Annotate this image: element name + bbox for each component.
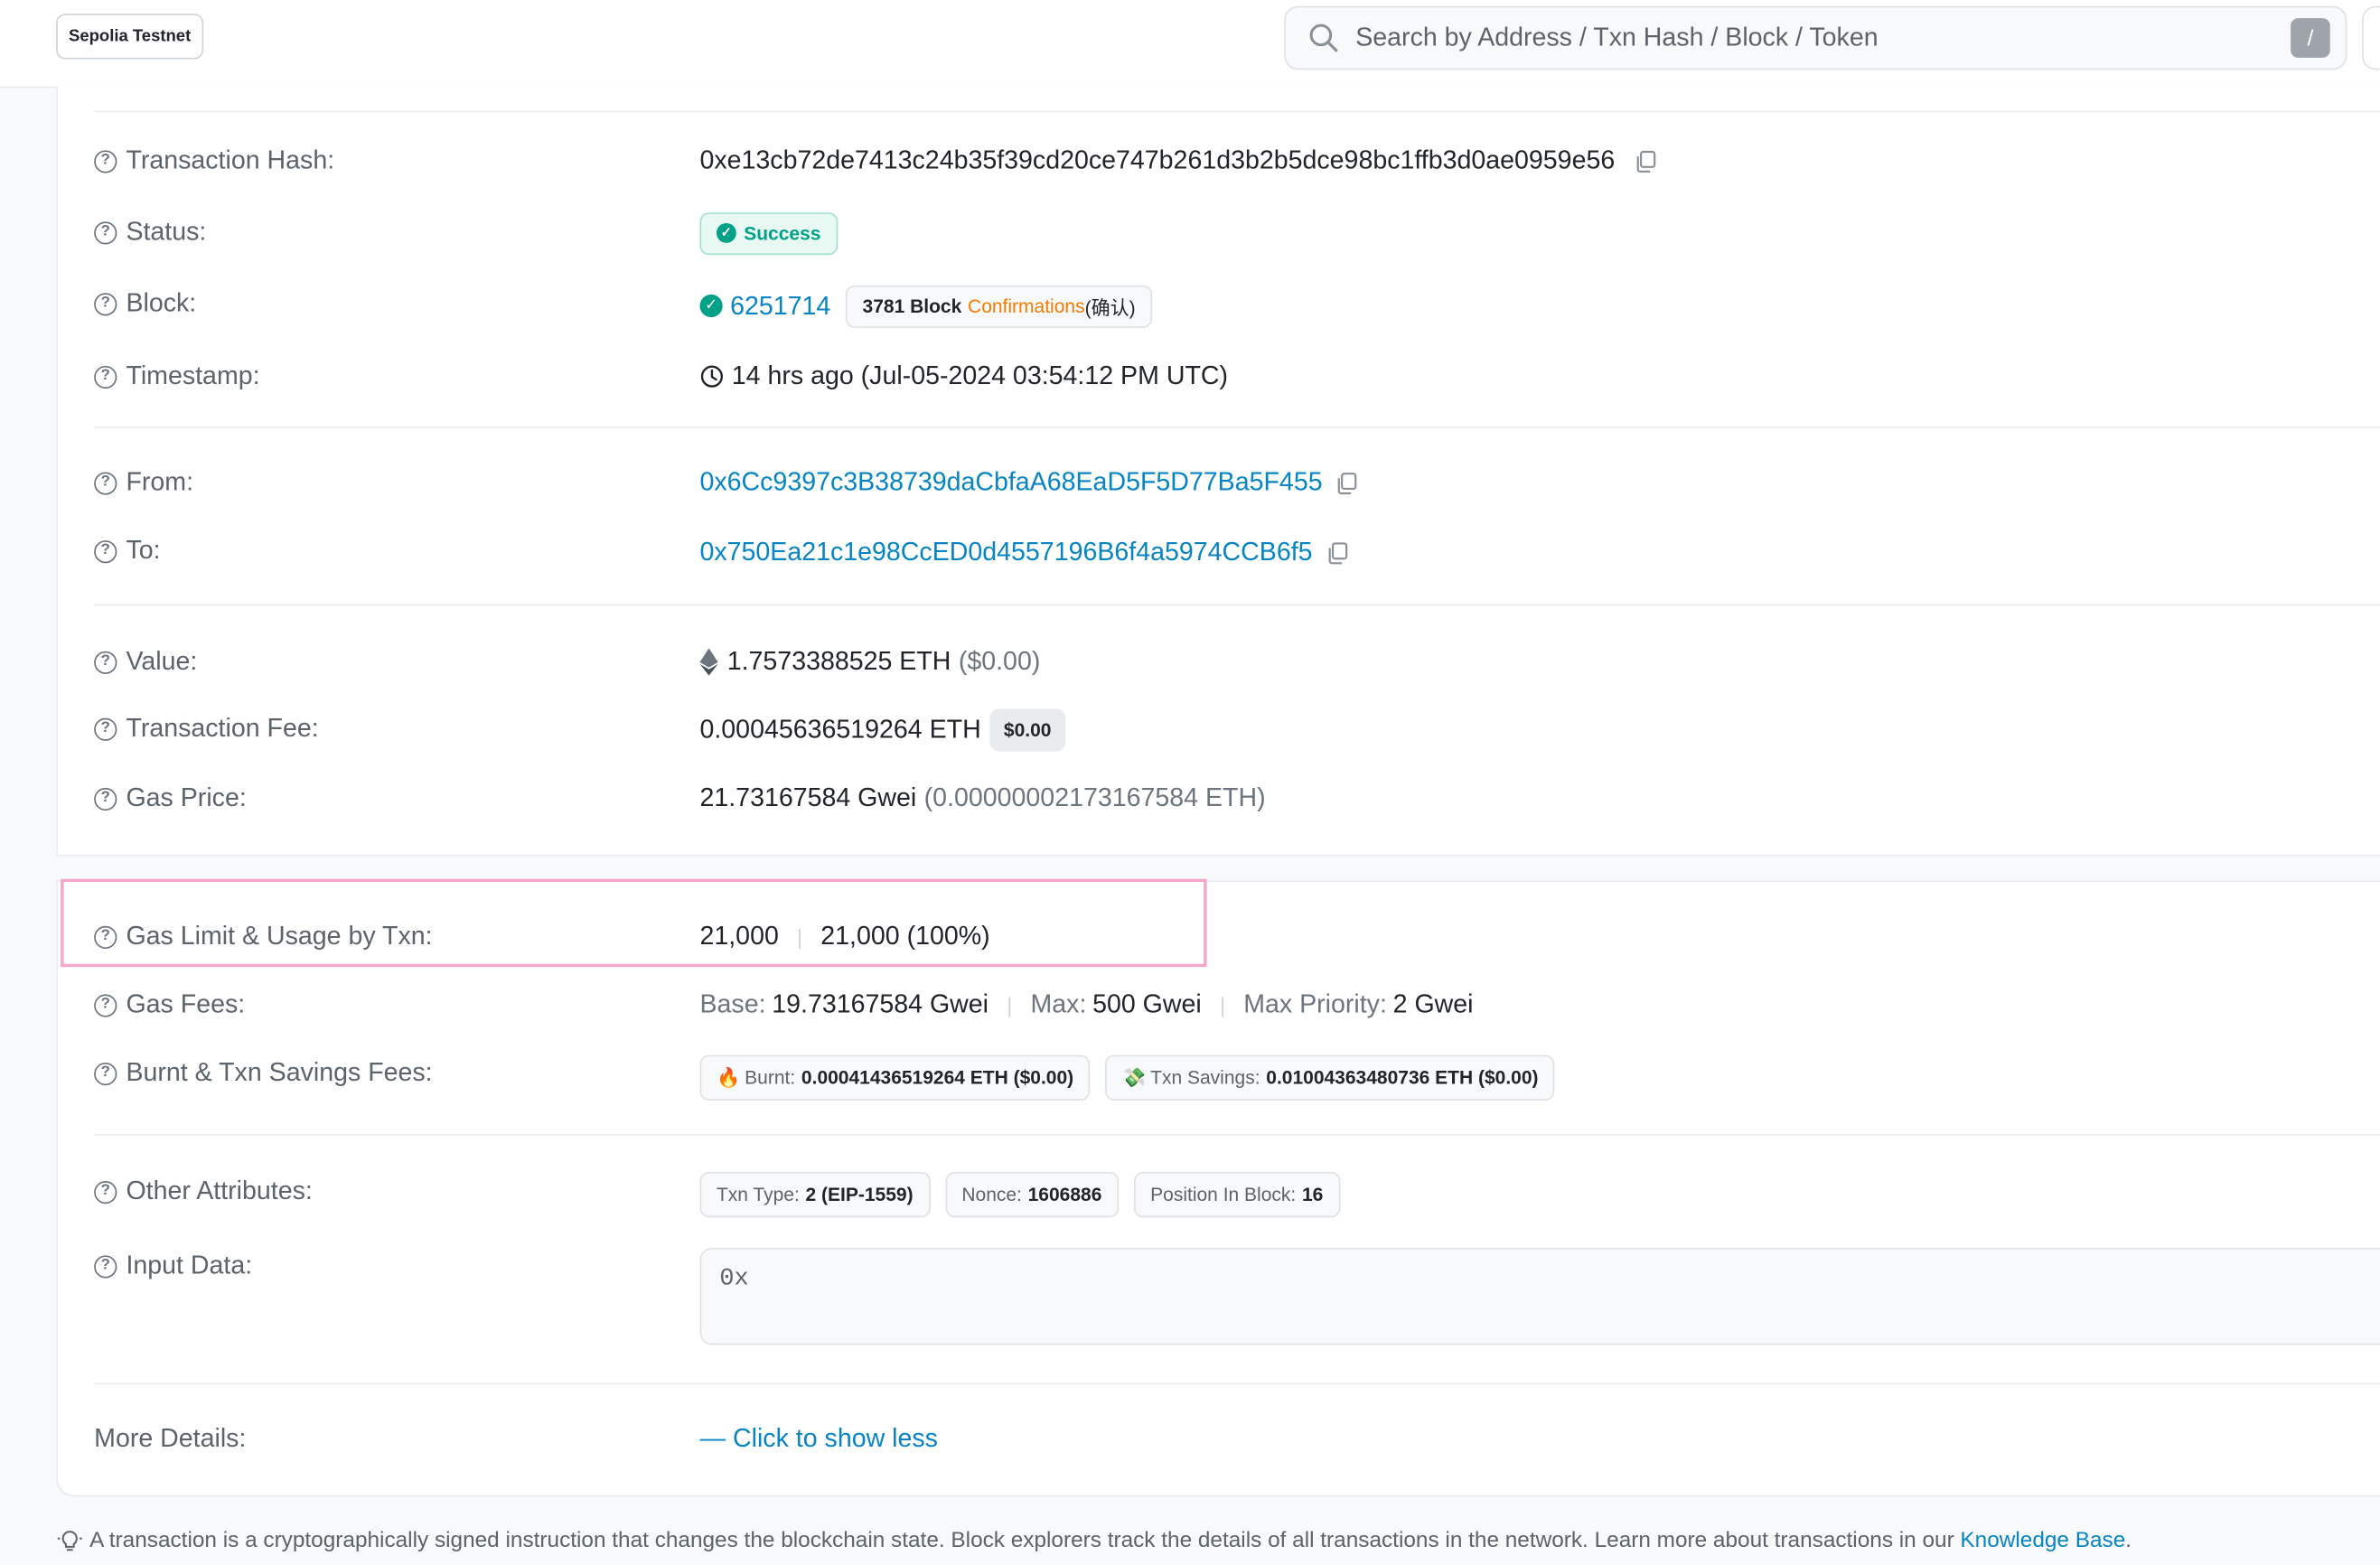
tx-fee-usd-badge: $0.00: [989, 708, 1065, 752]
card-separator: [0, 856, 2380, 881]
from-label: ? From:: [94, 464, 193, 501]
copy-icon[interactable]: [1325, 540, 1349, 565]
separator: |: [1219, 992, 1226, 1017]
divider: [94, 426, 2380, 428]
search-icon: [1309, 23, 1338, 52]
show-less-link[interactable]: — Click to show less: [699, 1420, 937, 1457]
block-value-row: ✓ 6251714 3781 Block Confirmations (确认): [699, 284, 1153, 328]
gas-fees-row: Base: 19.73167584 Gwei | Max: 500 Gwei |…: [699, 989, 1474, 1019]
help-circle-icon[interactable]: ?: [94, 149, 117, 173]
value-amount: 1.7573388525 ETH: [726, 646, 951, 676]
search-bar[interactable]: Search by Address / Txn Hash / Block / T…: [1284, 5, 2347, 70]
from-address-link[interactable]: 0x6Cc9397c3B38739daCbfaA68EaD5F5D77Ba5F4…: [699, 467, 1322, 498]
more-details-label: More Details:: [94, 1423, 247, 1453]
gas-price-label: ? Gas Price:: [94, 781, 247, 817]
gas-usage-value: 21,000 (100%): [820, 921, 990, 951]
help-circle-icon[interactable]: ?: [94, 1062, 117, 1085]
block-number-link[interactable]: 6251714: [730, 291, 830, 322]
gas-fee-base: 19.73167584 Gwei: [772, 989, 989, 1019]
knowledge-base-link[interactable]: Knowledge Base: [1960, 1529, 2125, 1553]
gas-price-eth: (0.00000002173167584 ETH): [923, 782, 1266, 812]
help-circle-icon[interactable]: ?: [94, 1254, 117, 1278]
help-circle-icon[interactable]: ?: [94, 924, 117, 949]
block-label: ? Block:: [94, 286, 196, 322]
tx-fee-amount: 0.00045636519264 ETH: [699, 715, 981, 745]
check-circle-icon: ✓: [699, 294, 723, 318]
timestamp-value: 14 hrs ago (Jul-05-2024 03:54:12 PM UTC): [731, 361, 1229, 390]
copy-icon[interactable]: [1633, 149, 1657, 173]
other-attributes-label: ? Other Attributes:: [94, 1174, 313, 1210]
help-circle-icon[interactable]: ?: [94, 717, 117, 740]
separator: |: [1007, 992, 1013, 1017]
gas-limit-value: 21,000: [699, 921, 779, 951]
status-value-row: ✓ Success: [699, 211, 838, 256]
help-circle-icon[interactable]: ?: [94, 471, 117, 494]
divider: [94, 604, 2380, 606]
input-data-field[interactable]: 0x: [699, 1247, 2380, 1345]
burnt-savings-label: ? Burnt & Txn Savings Fees:: [94, 1055, 433, 1092]
copy-icon[interactable]: [1335, 471, 1359, 495]
divider: [94, 1133, 2380, 1136]
gas-limit-row: 21,000 | 21,000 (100%): [699, 918, 989, 954]
header-button[interactable]: [2362, 5, 2380, 70]
fire-icon: 🔥: [716, 1066, 741, 1088]
tx-fee-label: ? Transaction Fee:: [94, 710, 319, 746]
timestamp-label: ? Timestamp:: [94, 358, 260, 394]
check-circle-icon: ✓: [716, 222, 736, 243]
gas-fee-priority: 2 Gwei: [1392, 989, 1474, 1019]
to-value-row: 0x750Ea21c1e98CcED0d4557196B6f4a5974CCB6…: [699, 534, 1348, 570]
gas-limit-label: ? Gas Limit & Usage by Txn:: [94, 918, 433, 954]
divider: [94, 110, 2380, 113]
search-shortcut-key: /: [2291, 18, 2330, 58]
status-label: ? Status:: [94, 214, 206, 250]
tx-fee-row: 0.00045636519264 ETH $0.00: [699, 708, 1065, 752]
top-bar: Sepolia Testnet Search by Address / Txn …: [0, 0, 2380, 89]
help-circle-icon[interactable]: ?: [94, 1180, 117, 1204]
network-badge[interactable]: Sepolia Testnet: [56, 14, 204, 60]
value-usd: ($0.00): [958, 646, 1041, 676]
footer-note: A transaction is a cryptographically sig…: [56, 1527, 2132, 1554]
gas-price-gwei: 21.73167584 Gwei: [699, 782, 917, 812]
help-circle-icon[interactable]: ?: [94, 220, 117, 244]
status-badge: ✓ Success: [699, 211, 838, 255]
search-input[interactable]: Search by Address / Txn Hash / Block / T…: [1355, 23, 2291, 53]
tx-hash-value-row: 0xe13cb72de7413c24b35f39cd20ce747b261d3b…: [699, 143, 1657, 179]
help-circle-icon[interactable]: ?: [94, 365, 117, 389]
to-label: ? To:: [94, 533, 161, 569]
input-data-label: ? Input Data:: [94, 1248, 252, 1284]
clock-icon: [700, 365, 724, 388]
separator: |: [797, 924, 803, 949]
nonce-badge: Nonce: 1606886: [944, 1171, 1119, 1218]
value-label: ? Value:: [94, 643, 197, 679]
value-row: 1.7573388525 ETH ($0.00): [699, 643, 1040, 679]
gas-fee-max: 500 Gwei: [1092, 989, 1202, 1019]
gas-fees-label: ? Gas Fees:: [94, 987, 245, 1023]
confirmations-badge: 3781 Block Confirmations (确认): [846, 285, 1153, 328]
timestamp-value-row: 14 hrs ago (Jul-05-2024 03:54:12 PM UTC): [699, 358, 1228, 394]
help-circle-icon[interactable]: ?: [94, 292, 117, 315]
help-circle-icon[interactable]: ?: [94, 787, 117, 811]
help-circle-icon[interactable]: ?: [94, 650, 117, 674]
tx-hash-label: ? Transaction Hash:: [94, 143, 334, 179]
money-icon: 💸: [1121, 1066, 1147, 1088]
tx-hash-value: 0xe13cb72de7413c24b35f39cd20ce747b261d3b…: [699, 145, 1616, 175]
gas-price-row: 21.73167584 Gwei (0.00000002173167584 ET…: [699, 781, 1265, 817]
lightbulb-icon: [57, 1531, 82, 1551]
txn-type-badge: Txn Type: 2 (EIP-1559): [699, 1171, 931, 1218]
help-circle-icon[interactable]: ?: [94, 539, 117, 563]
from-value-row: 0x6Cc9397c3B38739daCbfaA68EaD5F5D77Ba5F4…: [699, 464, 1358, 501]
position-badge: Position In Block: 16: [1133, 1171, 1340, 1218]
divider: [94, 1382, 2380, 1385]
burnt-badge: 🔥 Burnt: 0.00041436519264 ETH ($0.00): [699, 1054, 1091, 1101]
burnt-savings-row: 🔥 Burnt: 0.00041436519264 ETH ($0.00) 💸 …: [699, 1054, 1569, 1101]
other-attributes-row: Txn Type: 2 (EIP-1559) Nonce: 1606886 Po…: [699, 1171, 1354, 1218]
help-circle-icon[interactable]: ?: [94, 993, 117, 1017]
to-address-link[interactable]: 0x750Ea21c1e98CcED0d4557196B6f4a5974CCB6…: [699, 538, 1312, 568]
savings-badge: 💸 Txn Savings: 0.01004363480736 ETH ($0.…: [1105, 1054, 1556, 1101]
ethereum-icon: [699, 648, 718, 676]
